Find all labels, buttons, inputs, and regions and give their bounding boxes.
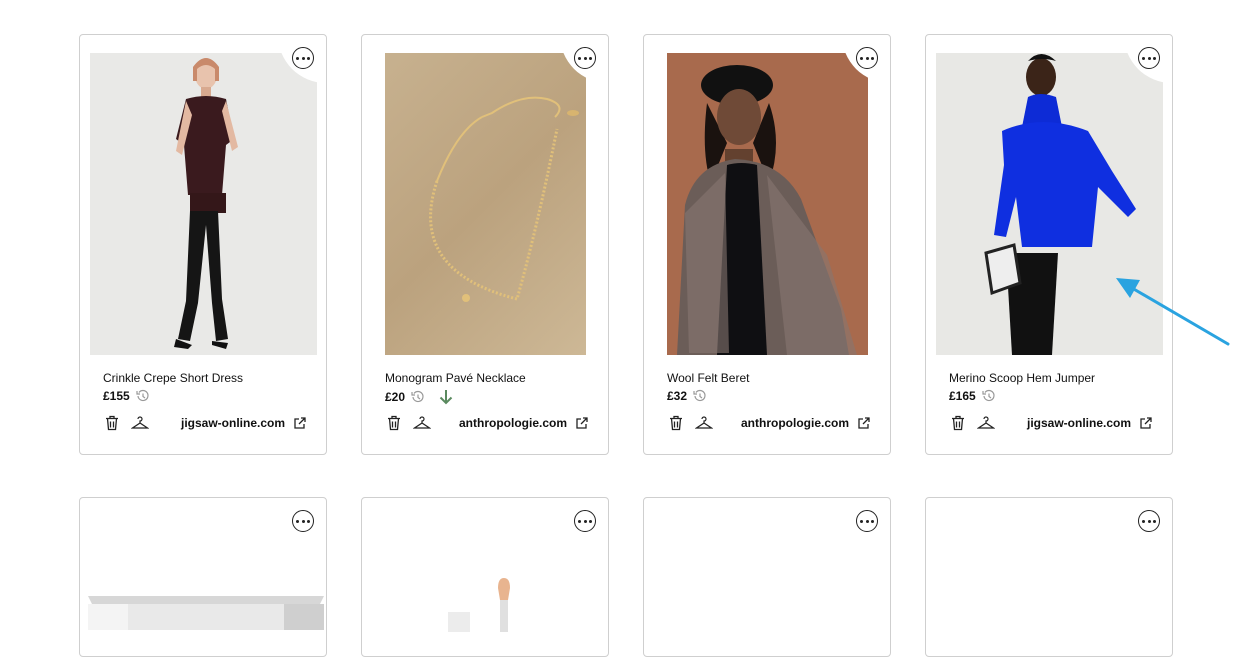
store-link[interactable]: jigsaw-online.com (181, 416, 306, 430)
price-history-icon[interactable] (136, 389, 150, 403)
hanger-icon (413, 416, 431, 430)
hanger-icon (131, 416, 149, 430)
product-title[interactable]: Merino Scoop Hem Jumper (949, 371, 1095, 385)
price-history-icon[interactable] (982, 389, 996, 403)
more-options-button[interactable] (1138, 47, 1160, 69)
more-options-button[interactable] (574, 47, 596, 69)
delete-button[interactable] (103, 414, 121, 432)
trash-icon (951, 415, 965, 431)
product-price: £155 (103, 389, 130, 403)
external-link-icon (293, 416, 306, 430)
store-name: anthropologie.com (459, 416, 567, 430)
product-title[interactable]: Monogram Pavé Necklace (385, 371, 526, 385)
hanger-icon (695, 416, 713, 430)
product-price: £32 (667, 389, 688, 403)
wardrobe-button[interactable] (413, 414, 431, 432)
product-image[interactable] (667, 53, 868, 355)
product-title[interactable]: Crinkle Crepe Short Dress (103, 371, 243, 385)
product-card[interactable] (925, 497, 1173, 657)
wardrobe-button[interactable] (131, 414, 149, 432)
product-card[interactable]: Wool Felt Beret £32 anthropologie.com (643, 34, 891, 455)
store-name: anthropologie.com (741, 416, 849, 430)
store-name: jigsaw-online.com (180, 416, 285, 430)
more-options-button[interactable] (856, 510, 878, 532)
more-options-button[interactable] (292, 47, 314, 69)
wardrobe-button[interactable] (695, 414, 713, 432)
wardrobe-button[interactable] (977, 414, 995, 432)
product-card[interactable] (643, 497, 891, 657)
store-link[interactable]: anthropologie.com (741, 416, 870, 430)
external-link-icon (1139, 416, 1152, 430)
product-card[interactable]: Crinkle Crepe Short Dress £155 jigsaw-on… (79, 34, 327, 455)
price-down-arrow-icon (439, 389, 453, 405)
price-history-icon[interactable] (693, 389, 707, 403)
delete-button[interactable] (949, 414, 967, 432)
external-link-icon (857, 416, 870, 430)
product-price: £165 (949, 389, 976, 403)
more-options-button[interactable] (856, 47, 878, 69)
delete-button[interactable] (667, 414, 685, 432)
trash-icon (669, 415, 683, 431)
product-card[interactable] (361, 497, 609, 657)
price-history-icon[interactable] (411, 390, 425, 404)
product-title[interactable]: Wool Felt Beret (667, 371, 749, 385)
product-card[interactable] (79, 497, 327, 657)
more-options-button[interactable] (292, 510, 314, 532)
product-image[interactable] (84, 590, 326, 630)
product-image[interactable] (442, 572, 522, 632)
external-link-icon (575, 416, 588, 430)
product-card[interactable]: Monogram Pavé Necklace £20 anthropologie… (361, 34, 609, 455)
hanger-icon (977, 416, 995, 430)
store-link[interactable]: anthropologie.com (459, 416, 588, 430)
store-name: jigsaw-online.com (1026, 416, 1131, 430)
product-image[interactable] (90, 53, 317, 355)
store-link[interactable]: jigsaw-online.com (1027, 416, 1152, 430)
product-image[interactable] (385, 53, 586, 355)
trash-icon (387, 415, 401, 431)
trash-icon (105, 415, 119, 431)
delete-button[interactable] (385, 414, 403, 432)
more-options-button[interactable] (1138, 510, 1160, 532)
more-options-button[interactable] (574, 510, 596, 532)
product-price: £20 (385, 390, 406, 404)
annotation-arrow (1116, 278, 1230, 346)
product-card[interactable]: Merino Scoop Hem Jumper £165 jigsaw-onli… (925, 34, 1173, 455)
